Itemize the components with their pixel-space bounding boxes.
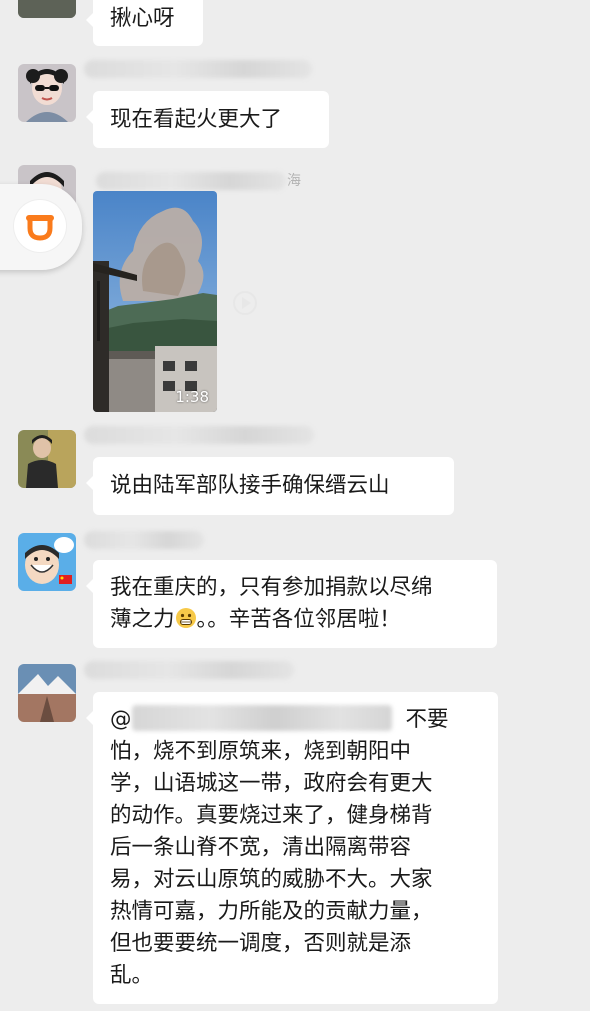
china-flag-icon xyxy=(59,575,72,584)
avatar-partial-top[interactable] xyxy=(18,0,76,18)
message-6-line-2: 学，山语城这一带，政府会有更大 xyxy=(110,771,433,796)
avatar-sender-5-image xyxy=(18,533,76,591)
avatar-sender-6-image xyxy=(18,664,76,722)
message-6-line-7: 但也要要统一调度，否则就是添 xyxy=(110,931,412,956)
message-4-text: 说由陆军部队接手确保缙云山 xyxy=(110,473,390,498)
sender-name-4-blurred xyxy=(84,426,314,444)
message-6-line-3: 的动作。真要烧过来了，健身梯背 xyxy=(110,803,433,828)
message-bubble-5[interactable]: 我在重庆的，只有参加捐款以尽绵 薄之力 。。辛苦各位邻居啦！ xyxy=(86,560,497,648)
message-5-line-2b: 。。辛苦各位邻居啦！ xyxy=(196,607,401,632)
avatar-sender-5[interactable] xyxy=(18,533,76,591)
message-5-line-2: 薄之力 。。辛苦各位邻居啦！ xyxy=(110,604,480,636)
avatar-sender-4[interactable] xyxy=(18,430,76,488)
didi-logo-icon xyxy=(14,200,66,252)
sender-name-3-suffix: 海 xyxy=(287,173,301,189)
avatar-sender-2-image xyxy=(18,64,76,122)
message-6-line-6: 热情可嘉，力所能及的贡献力量， xyxy=(110,899,433,924)
message-6-line-1: 怕，烧不到原筑来，烧到朝阳中 xyxy=(110,739,412,764)
message-6-line-4: 后一条山脊不宽，清出隔离带容 xyxy=(110,835,412,860)
message-1-text: 揪心呀 xyxy=(110,6,175,31)
floating-didi-button[interactable] xyxy=(0,184,82,270)
message-6-line-5: 易，对云山原筑的威胁不大。大家 xyxy=(110,867,433,892)
play-icon[interactable] xyxy=(232,290,258,316)
message-bubble-1[interactable]: 揪心呀 xyxy=(86,0,203,46)
message-2-text: 现在看起火更大了 xyxy=(110,107,283,132)
message-5-line-1: 我在重庆的，只有参加捐款以尽绵 xyxy=(110,575,433,600)
sender-name-2-blurred xyxy=(84,60,312,78)
video-thumbnail xyxy=(93,191,217,412)
mention-at-sign: @ xyxy=(110,707,132,732)
sender-name-6-blurred xyxy=(84,661,294,679)
message-6-line-8: 乱。 xyxy=(110,963,154,988)
grimace-emoji-icon xyxy=(175,608,196,628)
avatar-sender-4-image xyxy=(18,430,76,488)
message-5-line-2a: 薄之力 xyxy=(110,607,175,632)
message-bubble-6[interactable]: @ 不要 怕，烧不到原筑来，烧到朝阳中 学，山语城这一带，政府会有更大 的动作。真… xyxy=(86,692,498,1004)
mention-name-blurred xyxy=(131,705,392,731)
message-bubble-2[interactable]: 现在看起火更大了 xyxy=(86,91,329,148)
message-6-first-line: @ 不要 xyxy=(110,704,481,736)
mention-suffix-text: 不要 xyxy=(405,707,449,732)
video-duration: 1:38 xyxy=(175,388,209,406)
message-bubble-4[interactable]: 说由陆军部队接手确保缙云山 xyxy=(86,457,454,515)
video-message[interactable]: 1:38 xyxy=(93,191,217,412)
avatar-sender-6[interactable] xyxy=(18,664,76,722)
avatar-sender-2[interactable] xyxy=(18,64,76,122)
sender-name-3-blurred xyxy=(96,172,286,190)
avatar-partial-top-image xyxy=(18,0,76,18)
sender-name-5-blurred xyxy=(84,531,204,549)
